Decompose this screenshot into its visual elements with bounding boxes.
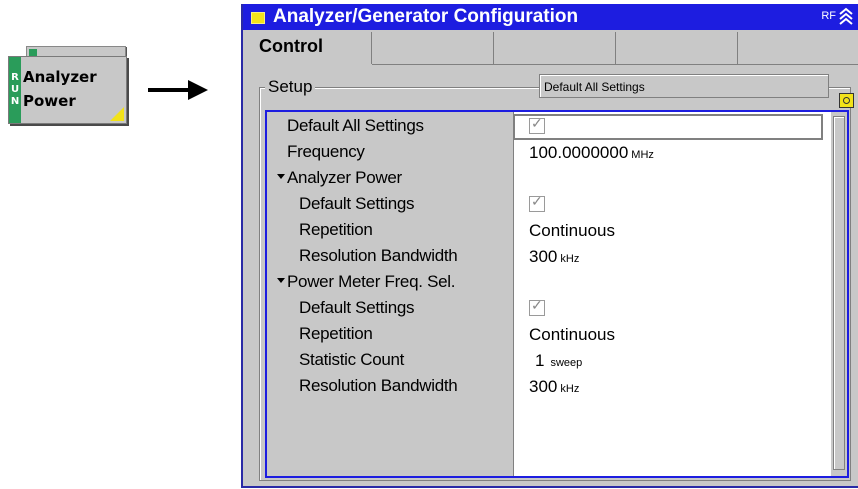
scrollbar-thumb[interactable] xyxy=(833,116,845,470)
tab-strip: Control xyxy=(243,30,858,66)
checkbox-icon xyxy=(529,297,545,316)
run-indicator: R U N xyxy=(9,57,21,123)
key-icon[interactable] xyxy=(839,93,854,108)
tab-2[interactable] xyxy=(372,32,494,65)
row-repetition[interactable]: Repetition Continuous xyxy=(267,218,831,244)
settings-tree-panel: Default All Settings Frequency 100.00000… xyxy=(265,110,849,478)
dialog-title: Analyzer/Generator Configuration xyxy=(273,6,579,27)
tab-control[interactable]: Control xyxy=(243,32,372,64)
row-analyzer-power-group[interactable]: Analyzer Power xyxy=(267,166,831,192)
selection-box xyxy=(513,114,823,140)
default-all-settings-checkbox[interactable] xyxy=(529,115,545,138)
rf-label: RF xyxy=(821,10,836,22)
repetition-value[interactable]: Continuous xyxy=(529,325,615,345)
setup-group-label: Setup xyxy=(265,77,316,97)
collapse-triangle-icon[interactable] xyxy=(277,174,285,180)
resolution-bandwidth-value[interactable]: 300 kHz xyxy=(529,247,579,267)
tab-5[interactable] xyxy=(738,32,858,65)
tab-3[interactable] xyxy=(494,32,616,65)
system-menu-icon[interactable] xyxy=(251,12,265,24)
row-default-settings[interactable]: Default Settings xyxy=(267,296,831,322)
tab-4[interactable] xyxy=(616,32,738,65)
collapse-triangle-icon[interactable] xyxy=(277,278,285,284)
checkbox-icon xyxy=(529,115,545,134)
statistic-count-value[interactable]: 1 sweep xyxy=(535,351,582,371)
row-frequency[interactable]: Frequency 100.0000000 MHz xyxy=(267,140,831,166)
scrollbar[interactable] xyxy=(831,112,847,476)
right-arrow-icon xyxy=(148,80,208,100)
repetition-value[interactable]: Continuous xyxy=(529,221,615,241)
row-power-meter-group[interactable]: Power Meter Freq. Sel. xyxy=(267,270,831,296)
resolution-bandwidth-value[interactable]: 300 kHz xyxy=(529,377,579,397)
row-default-all-settings[interactable]: Default All Settings xyxy=(267,114,831,140)
row-resolution-bandwidth[interactable]: Resolution Bandwidth 300 kHz xyxy=(267,244,831,270)
row-resolution-bandwidth[interactable]: Resolution Bandwidth 300 kHz xyxy=(267,374,831,400)
title-bar: Analyzer/Generator Configuration RF xyxy=(243,4,858,30)
softkey-label: Analyzer Power xyxy=(23,68,97,110)
rf-connector-icon xyxy=(839,7,853,25)
frequency-value[interactable]: 100.0000000 MHz xyxy=(529,143,654,163)
row-statistic-count[interactable]: Statistic Count 1 sweep xyxy=(267,348,831,374)
softkey-corner-marker xyxy=(110,107,124,121)
analyzer-power-softkey[interactable]: R U N Analyzer Power xyxy=(8,56,127,124)
default-settings-checkbox[interactable] xyxy=(529,297,545,320)
row-repetition[interactable]: Repetition Continuous xyxy=(267,322,831,348)
default-settings-checkbox[interactable] xyxy=(529,193,545,216)
configuration-dialog: Analyzer/Generator Configuration RF Cont… xyxy=(241,4,858,488)
checkbox-icon xyxy=(529,193,545,212)
default-all-settings-field[interactable]: Default All Settings xyxy=(539,74,829,98)
row-default-settings[interactable]: Default Settings xyxy=(267,192,831,218)
